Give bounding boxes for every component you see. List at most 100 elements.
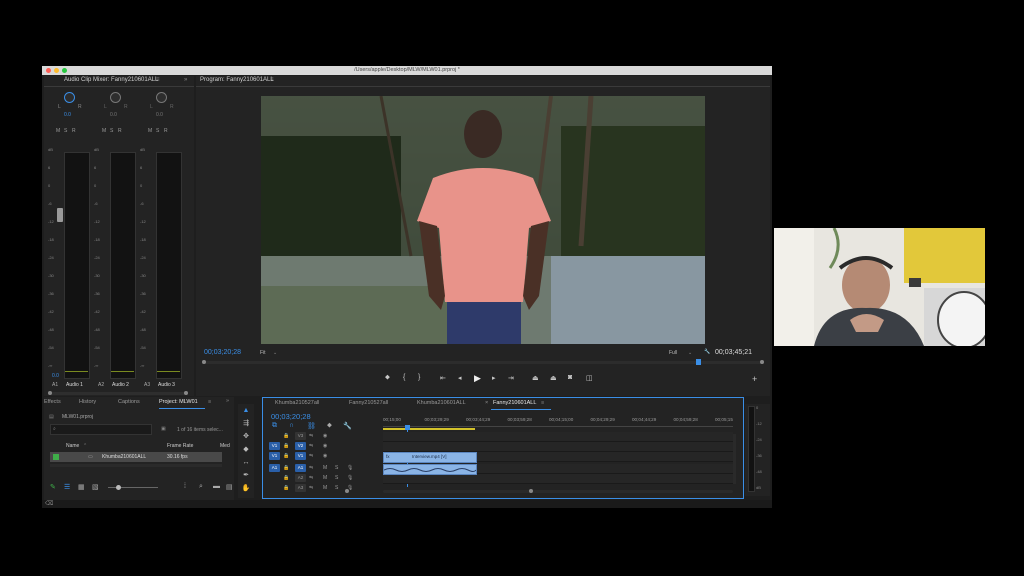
step-back-icon[interactable]: ◂ (458, 374, 462, 382)
close-icon[interactable]: × (485, 400, 488, 406)
timeline-horizontal-scrollbar[interactable] (345, 489, 733, 493)
hand-tool-icon[interactable]: ✋ (241, 484, 251, 494)
chevron-down-icon[interactable]: ⌄ (688, 350, 692, 356)
go-to-in-icon[interactable]: ⇤ (440, 374, 446, 382)
track-target-video[interactable]: V1 (295, 452, 306, 460)
lift-icon[interactable]: ⏏ (532, 374, 539, 382)
zoom-slider[interactable] (108, 485, 158, 490)
linked-selection-icon[interactable]: ⛓ (307, 422, 316, 430)
ripple-edit-icon[interactable]: ✥ (241, 432, 251, 442)
track-select-icon[interactable]: ⇶ (241, 419, 251, 429)
solo-track-button[interactable]: S (335, 475, 338, 481)
tab-effects[interactable]: Effects (44, 399, 61, 405)
add-marker-icon[interactable]: ⬥ (327, 422, 332, 430)
chevron-down-icon[interactable]: ⌄ (273, 350, 277, 356)
sync-lock-icon[interactable]: ⇋ (309, 433, 313, 439)
sync-lock-icon[interactable]: ⇋ (309, 453, 313, 459)
pan-value[interactable]: 0.0 (64, 112, 71, 118)
column-media[interactable]: Med (220, 443, 230, 449)
solo-button[interactable]: S (110, 128, 113, 134)
sync-lock-icon[interactable]: ⇋ (309, 465, 313, 471)
video-clip[interactable]: fx Interview.mp4 [V] (383, 452, 477, 463)
wrench-icon[interactable]: 🔧 (704, 349, 710, 355)
pan-value[interactable]: 0.0 (156, 112, 163, 118)
tab-history[interactable]: History (79, 399, 96, 405)
column-name[interactable]: Name (66, 443, 79, 449)
mark-out-icon[interactable]: } (418, 374, 420, 381)
bin-icon[interactable]: ▬ (213, 483, 220, 490)
time-ruler[interactable]: 00;15;00 00;03;29;29 00;03;44;29 00;03;59;2… (383, 416, 733, 426)
eye-icon[interactable]: ◉ (323, 433, 327, 439)
track-target-video[interactable]: V3 (295, 432, 306, 440)
selection-tool-icon[interactable]: ▲ (241, 406, 251, 416)
play-icon[interactable]: ▶ (474, 373, 481, 384)
solo-track-button[interactable]: S (335, 485, 338, 491)
timeline-vertical-scrollbar[interactable] (733, 434, 736, 484)
razor-icon[interactable]: ◆ (241, 445, 251, 455)
panel-menu-icon[interactable]: ≡ (270, 77, 274, 83)
eye-icon[interactable]: ◉ (323, 453, 327, 459)
track-target-audio[interactable]: A1 (295, 464, 306, 472)
tab-captions[interactable]: Captions (118, 399, 140, 405)
add-button-icon[interactable]: + (752, 374, 757, 384)
playhead-timecode[interactable]: 00;03;20;28 (204, 349, 241, 356)
audio-clip[interactable] (383, 464, 477, 475)
extract-icon[interactable]: ⏏ (550, 374, 557, 382)
monitor-scrubber[interactable] (202, 359, 764, 365)
pan-knob[interactable] (110, 92, 121, 103)
icon-view-icon[interactable]: ▦ (78, 483, 85, 491)
track-target-audio[interactable]: A3 (295, 484, 306, 492)
timeline-timecode[interactable]: 00;03;20;28 (271, 412, 311, 421)
pencil-icon[interactable]: ✎ (50, 483, 56, 491)
timeline-tab-khumba210527all[interactable]: Khumba210527all (275, 400, 319, 406)
lock-icon[interactable]: 🔒 (283, 485, 289, 491)
export-frame-icon[interactable]: ◙ (568, 374, 572, 381)
mute-track-button[interactable]: M (323, 465, 327, 471)
expand-icon[interactable]: » (184, 77, 187, 83)
lock-icon[interactable]: 🔒 (283, 443, 289, 449)
list-view-icon[interactable]: ☰ (64, 483, 70, 491)
freeform-view-icon[interactable]: ▧ (92, 483, 99, 491)
timeline-tab-khumba210601all[interactable]: Khumba210601ALL (417, 400, 466, 406)
wrench-icon[interactable]: 🔧 (343, 422, 352, 430)
mute-button[interactable]: M (148, 128, 152, 134)
slip-tool-icon[interactable]: ↔ (241, 458, 251, 468)
record-button[interactable]: R (118, 128, 122, 134)
sync-lock-icon[interactable]: ⇋ (309, 475, 313, 481)
mute-track-button[interactable]: M (323, 485, 327, 491)
fit-dropdown[interactable]: Fit (260, 350, 266, 356)
new-item-icon[interactable]: ▤ (226, 483, 233, 491)
pan-knob[interactable] (64, 92, 75, 103)
mark-in-icon[interactable]: { (403, 374, 405, 381)
search-input[interactable]: ⌕ (50, 424, 152, 435)
work-area-bar[interactable] (383, 428, 475, 430)
mute-track-button[interactable]: M (323, 475, 327, 481)
add-marker-icon[interactable]: ⬥ (385, 374, 390, 382)
sync-lock-icon[interactable]: ⇋ (309, 485, 313, 491)
program-monitor-title[interactable]: Program: Fanny210601ALL (200, 77, 274, 83)
solo-button[interactable]: S (156, 128, 159, 134)
panel-menu-icon[interactable]: ≡ (208, 399, 211, 405)
step-forward-icon[interactable]: ▸ (492, 374, 496, 382)
column-frame-rate[interactable]: Frame Rate (167, 443, 193, 449)
eye-icon[interactable]: ◉ (323, 443, 327, 449)
nest-icon[interactable]: ⧉ (272, 422, 277, 430)
table-row[interactable]: ▭ Khumba210601ALL 30.16 fps (50, 452, 222, 462)
panel-menu-icon[interactable]: ≡ (541, 400, 544, 406)
lock-icon[interactable]: 🔒 (283, 475, 289, 481)
find-icon[interactable]: ⌕ (199, 483, 203, 491)
mute-button[interactable]: M (102, 128, 106, 134)
comparison-view-icon[interactable]: ◫ (586, 374, 593, 382)
pan-knob[interactable] (156, 92, 167, 103)
microphone-icon[interactable]: 🎙 (347, 465, 353, 471)
resolution-dropdown[interactable]: Full (669, 350, 677, 356)
record-button[interactable]: R (72, 128, 76, 134)
new-bin-icon[interactable]: ▣ (161, 426, 166, 432)
lock-icon[interactable]: 🔒 (283, 453, 289, 459)
panel-menu-icon[interactable]: ≡ (156, 77, 160, 83)
sync-lock-icon[interactable]: ⇋ (309, 443, 313, 449)
lock-icon[interactable]: 🔒 (283, 433, 289, 439)
source-patch-video[interactable]: V1 (269, 452, 280, 460)
source-patch-audio[interactable]: A1 (269, 464, 280, 472)
tab-project[interactable]: Project: MLW01 (159, 399, 198, 405)
